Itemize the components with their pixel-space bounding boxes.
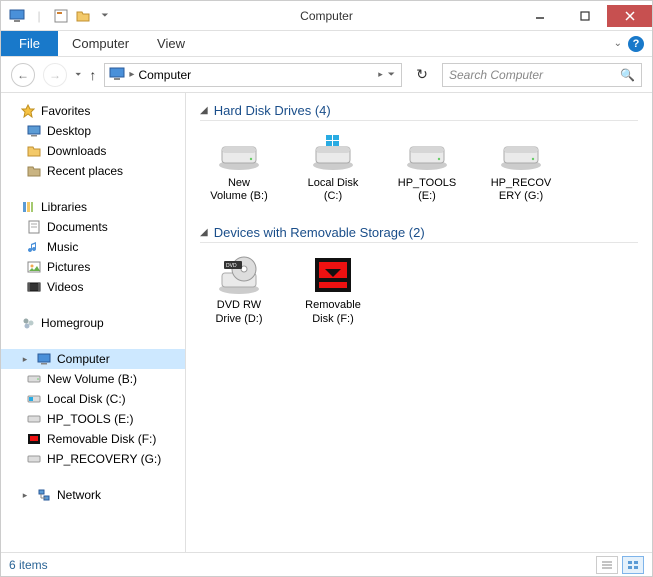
drive-d[interactable]: DVD DVD RW Drive (D:) xyxy=(200,251,278,329)
drive-c[interactable]: Local Disk (C:) xyxy=(294,129,372,207)
svg-text:DVD: DVD xyxy=(226,263,237,269)
removable-icon xyxy=(25,431,43,447)
search-placeholder: Search Computer xyxy=(449,68,543,82)
tree-network[interactable]: ▸ Network xyxy=(1,485,185,505)
hdd-win-icon xyxy=(309,133,357,173)
group-header-removable[interactable]: ◢ Devices with Removable Storage (2) xyxy=(200,225,638,243)
computer-icon xyxy=(35,351,53,367)
computer-icon xyxy=(109,67,125,83)
expand-icon[interactable]: ▸ xyxy=(19,490,31,501)
refresh-button[interactable]: ↻ xyxy=(410,63,434,87)
group-header-hdd[interactable]: ◢ Hard Disk Drives (4) xyxy=(200,103,638,121)
group-title: Hard Disk Drives (4) xyxy=(214,103,331,118)
forward-button[interactable]: → xyxy=(43,63,67,87)
expand-icon[interactable]: ▸ xyxy=(19,354,31,365)
tree-desktop[interactable]: Desktop xyxy=(1,121,185,141)
tree-libraries[interactable]: Libraries xyxy=(1,197,185,217)
tree-recent-places[interactable]: Recent places xyxy=(1,161,185,181)
tree-favorites[interactable]: Favorites xyxy=(1,101,185,121)
qat-dropdown-icon[interactable]: ⏷ xyxy=(95,6,115,26)
properties-icon[interactable] xyxy=(51,6,71,26)
group-title: Devices with Removable Storage (2) xyxy=(214,225,425,240)
status-text: 6 items xyxy=(9,558,48,572)
new-folder-icon[interactable] xyxy=(73,6,93,26)
tree-drive-f[interactable]: Removable Disk (F:) xyxy=(1,429,185,449)
tab-view[interactable]: View xyxy=(143,31,199,56)
dvd-icon: DVD xyxy=(215,255,263,295)
search-input[interactable]: Search Computer 🔍 xyxy=(442,63,642,87)
tree-homegroup[interactable]: Homegroup xyxy=(1,313,185,333)
recent-icon xyxy=(25,163,43,179)
navigation-toolbar: ← → ⏷ ↑ ▸ Computer ▸ ⏷ ↻ Search Computer… xyxy=(1,57,652,93)
collapse-ribbon-icon[interactable]: ⌄ xyxy=(614,38,622,49)
maximize-button[interactable] xyxy=(562,5,607,27)
details-view-button[interactable] xyxy=(596,556,618,574)
tree-pictures[interactable]: Pictures xyxy=(1,257,185,277)
libraries-icon xyxy=(19,199,37,215)
close-button[interactable] xyxy=(607,5,652,27)
removable-icon xyxy=(309,255,357,295)
search-icon: 🔍 xyxy=(620,68,635,82)
pictures-icon xyxy=(25,259,43,275)
status-bar: 6 items xyxy=(1,552,652,576)
hdd-icon xyxy=(215,133,263,173)
window-controls xyxy=(517,5,652,27)
hdd-icon xyxy=(403,133,451,173)
star-icon xyxy=(19,103,37,119)
videos-icon xyxy=(25,279,43,295)
hdd-icon xyxy=(25,371,43,387)
back-button[interactable]: ← xyxy=(11,63,35,87)
tab-computer[interactable]: Computer xyxy=(58,31,143,56)
recent-locations-icon[interactable]: ⏷ xyxy=(75,70,81,80)
up-button[interactable]: ↑ xyxy=(89,67,96,83)
window-title: Computer xyxy=(300,9,353,23)
hdd-win-icon xyxy=(25,391,43,407)
divider: | xyxy=(29,6,49,26)
computer-icon xyxy=(7,6,27,26)
drive-f[interactable]: Removable Disk (F:) xyxy=(294,251,372,329)
tree-videos[interactable]: Videos xyxy=(1,277,185,297)
ribbon-tabs: File Computer View ⌄ ? xyxy=(1,31,652,57)
content-pane[interactable]: ◢ Hard Disk Drives (4) New Volume (B:) L… xyxy=(186,93,652,552)
minimize-button[interactable] xyxy=(517,5,562,27)
breadcrumb[interactable]: Computer xyxy=(138,68,191,82)
drive-e[interactable]: HP_TOOLS (E:) xyxy=(388,129,466,207)
hdd-grid: New Volume (B:) Local Disk (C:) HP_TOOLS… xyxy=(200,129,638,207)
tree-computer[interactable]: ▸ Computer xyxy=(1,349,185,369)
quick-access-toolbar: | ⏷ xyxy=(1,6,115,26)
tree-music[interactable]: Music xyxy=(1,237,185,257)
tree-drive-b[interactable]: New Volume (B:) xyxy=(1,369,185,389)
tree-drive-e[interactable]: HP_TOOLS (E:) xyxy=(1,409,185,429)
titlebar: | ⏷ Computer xyxy=(1,1,652,31)
help-icon[interactable]: ? xyxy=(628,36,644,52)
disclose-icon[interactable]: ◢ xyxy=(200,227,208,238)
drive-b[interactable]: New Volume (B:) xyxy=(200,129,278,207)
breadcrumb-sep-icon[interactable]: ▸ xyxy=(129,69,134,80)
folder-icon xyxy=(25,143,43,159)
network-icon xyxy=(35,487,53,503)
address-bar[interactable]: ▸ Computer ▸ ⏷ xyxy=(104,63,402,87)
hdd-icon xyxy=(25,411,43,427)
tree-downloads[interactable]: Downloads xyxy=(1,141,185,161)
file-tab[interactable]: File xyxy=(1,31,58,56)
tree-drive-c[interactable]: Local Disk (C:) xyxy=(1,389,185,409)
tree-documents[interactable]: Documents xyxy=(1,217,185,237)
homegroup-icon xyxy=(19,315,37,331)
tree-drive-g[interactable]: HP_RECOVERY (G:) xyxy=(1,449,185,469)
navigation-pane[interactable]: Favorites Desktop Downloads Recent place… xyxy=(1,93,186,552)
hdd-icon xyxy=(25,451,43,467)
tiles-view-button[interactable] xyxy=(622,556,644,574)
main-area: Favorites Desktop Downloads Recent place… xyxy=(1,93,652,552)
documents-icon xyxy=(25,219,43,235)
breadcrumb-sep-icon[interactable]: ▸ ⏷ xyxy=(378,69,397,80)
drive-g[interactable]: HP_RECOV ERY (G:) xyxy=(482,129,560,207)
disclose-icon[interactable]: ◢ xyxy=(200,105,208,116)
removable-grid: DVD DVD RW Drive (D:) Removable Disk (F:… xyxy=(200,251,638,329)
desktop-icon xyxy=(25,123,43,139)
music-icon xyxy=(25,239,43,255)
hdd-icon xyxy=(497,133,545,173)
